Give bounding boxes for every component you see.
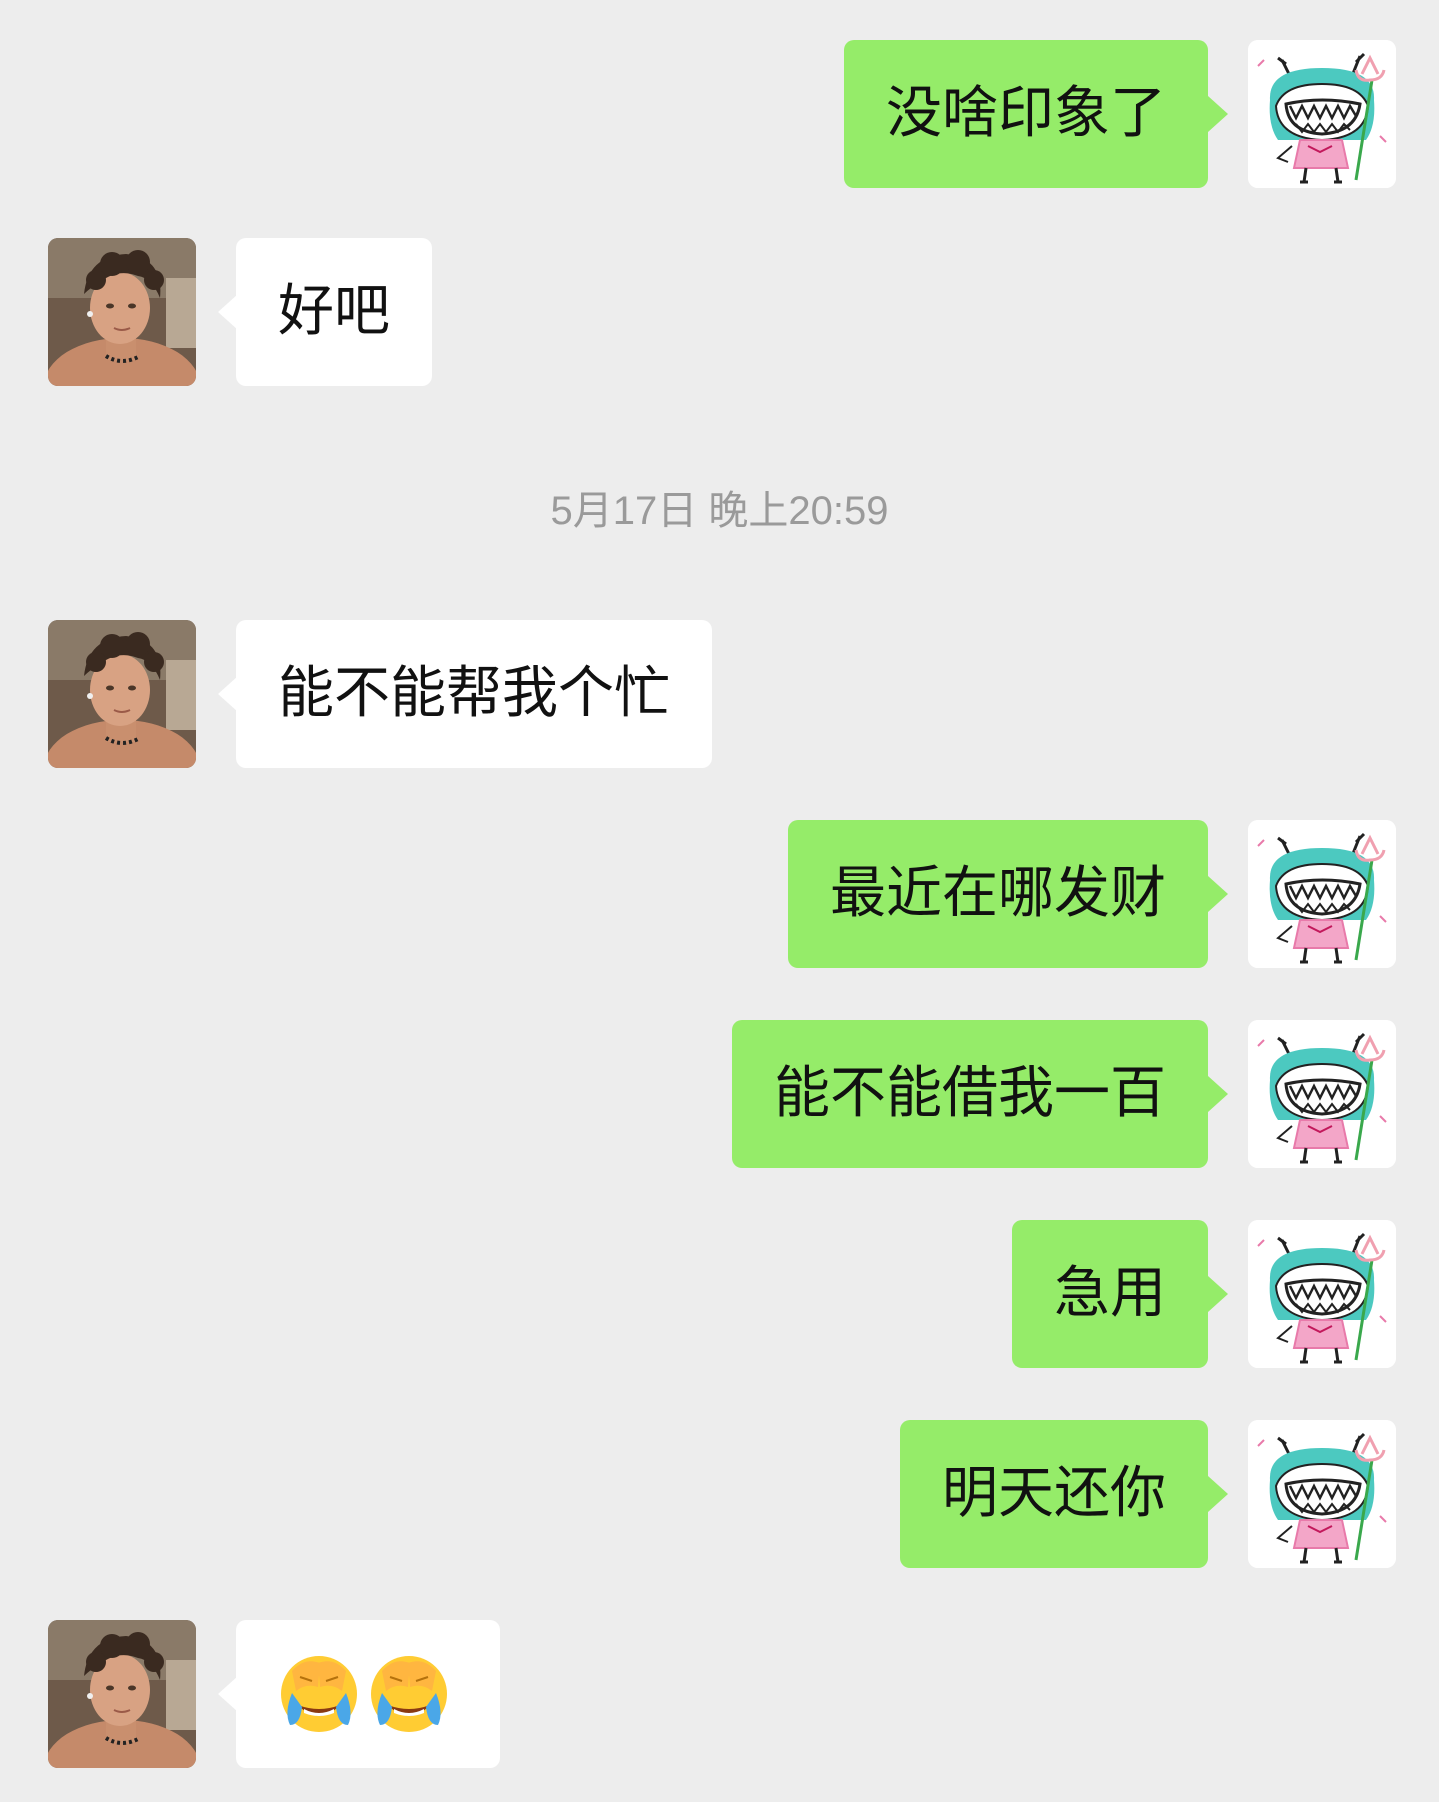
crying-face-palm-emoji-icon (278, 1653, 360, 1735)
message-text: 没啥印象了 (886, 81, 1166, 146)
crying-face-palm-emoji-icon (368, 1653, 450, 1735)
message-row-outgoing: 最近在哪发财 (0, 820, 1439, 968)
curly-hair-man-photo-avatar[interactable] (48, 238, 196, 386)
message-row-outgoing: 能不能借我一百 (0, 1020, 1439, 1168)
message-row-outgoing: 明天还你 (0, 1420, 1439, 1568)
message-text: 明天还你 (942, 1461, 1166, 1526)
message-text: 急用 (1054, 1261, 1166, 1326)
outgoing-message-bubble[interactable]: 急用 (1012, 1220, 1228, 1368)
message-text: 能不能借我一百 (774, 1061, 1166, 1126)
message-row-outgoing: 没啥印象了 (0, 40, 1439, 188)
outgoing-message-bubble[interactable]: 最近在哪发财 (788, 820, 1228, 968)
incoming-message-bubble[interactable]: 好吧 (218, 238, 432, 386)
curly-hair-man-photo-avatar[interactable] (48, 620, 196, 768)
outgoing-message-bubble[interactable]: 能不能借我一百 (732, 1020, 1228, 1168)
chat-window: 没啥印象了 好吧 5月17日 晚上20:59 能不能帮我个忙 最近在哪发财 能不… (0, 0, 1439, 1802)
message-timestamp: 5月17日 晚上20:59 (550, 489, 889, 533)
message-row-incoming: 好吧 (0, 238, 1439, 386)
drawn-devil-girl-avatar[interactable] (1248, 820, 1396, 968)
message-text: 好吧 (278, 279, 390, 344)
message-row-incoming: 能不能帮我个忙 (0, 620, 1439, 768)
drawn-devil-girl-avatar[interactable] (1248, 40, 1396, 188)
incoming-message-bubble[interactable]: 能不能帮我个忙 (218, 620, 712, 768)
outgoing-message-bubble[interactable]: 没啥印象了 (844, 40, 1228, 188)
drawn-devil-girl-avatar[interactable] (1248, 1220, 1396, 1368)
outgoing-message-bubble[interactable]: 明天还你 (900, 1420, 1228, 1568)
message-text: 能不能帮我个忙 (278, 661, 670, 726)
curly-hair-man-photo-avatar[interactable] (48, 1620, 196, 1768)
drawn-devil-girl-avatar[interactable] (1248, 1420, 1396, 1568)
drawn-devil-girl-avatar[interactable] (1248, 1020, 1396, 1168)
incoming-emoji-bubble[interactable] (218, 1620, 500, 1768)
message-row-outgoing: 急用 (0, 1220, 1439, 1368)
message-text: 最近在哪发财 (830, 861, 1166, 926)
message-row-incoming (0, 1620, 1439, 1768)
